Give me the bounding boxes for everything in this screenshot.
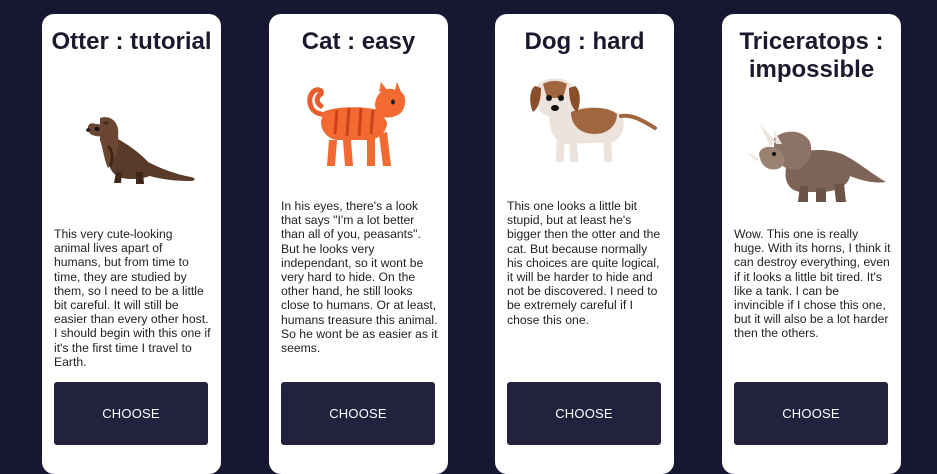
choose-button[interactable]: CHOOSE <box>54 382 208 445</box>
card-description: Wow. This one is really huge. With its h… <box>734 227 891 341</box>
card-title: Triceratops : impossible <box>739 28 884 83</box>
card-dog: Dog : hard This one looks a little bit s… <box>495 14 674 474</box>
card-cat: Cat : easy In his eyes, there's a look t… <box>269 14 448 474</box>
choose-button[interactable]: CHOOSE <box>734 382 888 445</box>
choose-button[interactable]: CHOOSE <box>507 382 661 445</box>
card-description: This one looks a little bit stupid, but … <box>507 199 661 327</box>
triceratops-icon <box>736 122 887 202</box>
card-description: This very cute-looking animal lives apar… <box>54 227 211 369</box>
otter-icon <box>56 102 207 192</box>
card-otter: Otter : tutorial This very cute-looking … <box>42 14 221 474</box>
dog-icon <box>509 72 660 162</box>
card-description: In his eyes, there's a look that says "I… <box>281 199 438 356</box>
card-title: Otter : tutorial <box>51 28 212 55</box>
card-title: Cat : easy <box>301 28 416 55</box>
card-triceratops: Triceratops : impossible Wow. This one i… <box>722 14 901 474</box>
choose-button[interactable]: CHOOSE <box>281 382 435 445</box>
card-title: Dog : hard <box>524 28 645 55</box>
cat-icon <box>283 78 434 168</box>
